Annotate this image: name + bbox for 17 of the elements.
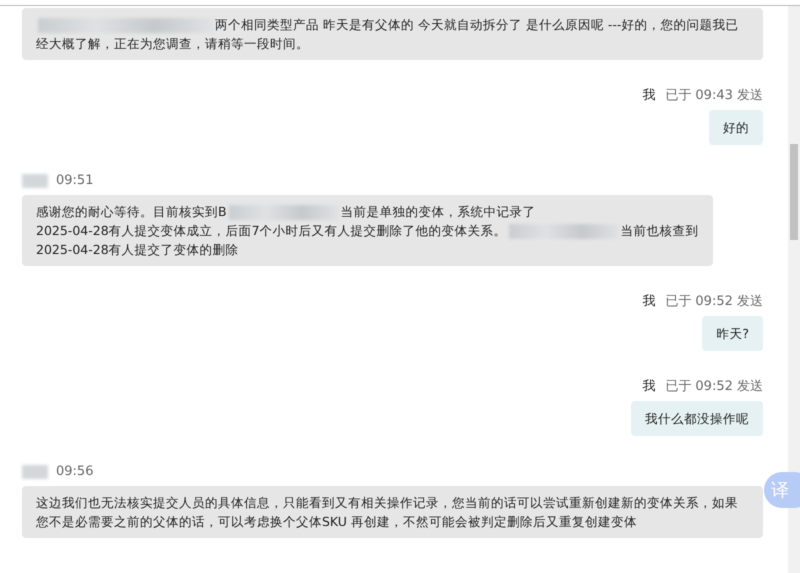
message-time: 09:56: [56, 464, 94, 480]
message-text: 感谢您的耐心等待。目前核实到B 当前是单独的变体，系统中记录了 2025-04-28有人提交变体成立，后面7个小时后又有人提交删除了他的变体关系。 当前也核查到 2025-04-28有人提交了变体的删除: [36, 203, 699, 259]
message-time: 已于 09:52 发送: [665, 379, 763, 395]
message-time: 已于 09:43 发送: [665, 88, 763, 104]
message-text: 这边我们也无法核实提交人员的具体信息，只能看到又有相关操作记录，您当前的话可以尝试重新创建新的变体关系，如果您不是必需要之前的父体的话，可以考虑换个父体SKU 再创建，不然可能会被判定删除后又重复创建变体: [36, 494, 739, 531]
sender-name: 我: [642, 294, 656, 310]
scrollbar[interactable]: [788, 6, 800, 573]
message-text: 昨天?: [716, 325, 749, 343]
message-time: 09:51: [56, 173, 94, 189]
message-time: 已于 09:52 发送: [665, 294, 763, 310]
message-text: 两个相同类型产品 昨天是有父体的 今天就自动拆分了 是什么原因呢 ---好的，您的问题我已经大概了解，正在为您调查，请稍等一段时间。: [36, 16, 740, 53]
message-text: 我什么都没操作呢: [645, 410, 749, 428]
scrollbar-thumb[interactable]: [790, 144, 798, 240]
sender-name: 我: [642, 88, 656, 104]
sender-name: 我: [642, 379, 656, 395]
message-text: 好的: [723, 119, 749, 137]
translate-button[interactable]: 译: [764, 472, 800, 508]
